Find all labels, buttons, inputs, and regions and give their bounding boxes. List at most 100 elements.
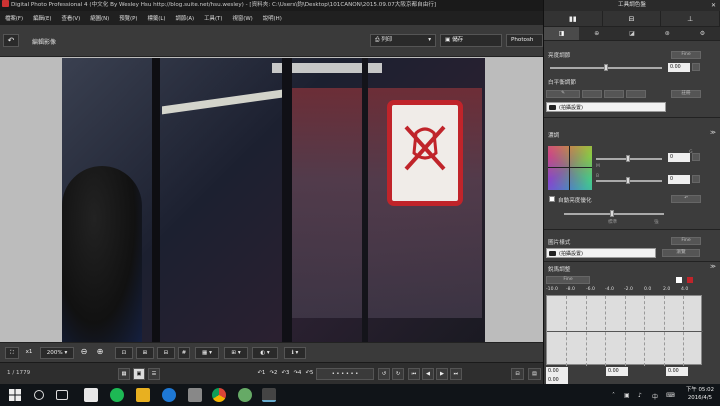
rotate-left-button[interactable]: ↺ xyxy=(378,368,390,380)
tool-palette-toggle[interactable]: ▤ xyxy=(528,368,541,380)
layout-tool-button[interactable]: ⊟ xyxy=(157,347,175,359)
network-icon[interactable]: ▣ xyxy=(624,392,630,399)
tab-lens[interactable]: ⊥ xyxy=(661,11,720,26)
close-icon[interactable]: ✕ xyxy=(711,0,716,11)
saturation-spinner[interactable] xyxy=(692,175,700,183)
edge-icon[interactable] xyxy=(162,388,176,402)
brightness-knob[interactable] xyxy=(604,64,608,71)
saturation-knob[interactable] xyxy=(626,177,630,184)
tone-field-2[interactable]: 0.00 xyxy=(606,367,628,376)
af-point-button[interactable]: ⊞ ▾ xyxy=(224,347,248,359)
file-explorer-icon[interactable] xyxy=(136,388,150,402)
tab-tone[interactable]: ⊕ xyxy=(579,27,614,40)
ime-icon[interactable]: ⌨ xyxy=(666,392,675,399)
zoom-x1-button[interactable]: x1 xyxy=(22,347,36,359)
wb-eyedropper-button[interactable]: ✎ xyxy=(546,90,580,98)
brightness-value[interactable]: 0.00 xyxy=(668,63,690,72)
menu-window[interactable]: 視窗(W) xyxy=(227,14,257,22)
menu-preview[interactable]: 預覽(P) xyxy=(114,14,142,22)
panel-toggle-button[interactable]: ⊟ xyxy=(511,368,524,380)
auto-lighting-checkbox[interactable] xyxy=(549,196,555,202)
tone-curve-fine-button[interactable]: Fine xyxy=(546,276,590,284)
compare-tool-button[interactable]: ⊞ xyxy=(136,347,154,359)
menu-file[interactable]: 檔案(F) xyxy=(0,14,28,22)
zoom-select[interactable]: 200% ▾ xyxy=(40,347,74,359)
collapse-icon[interactable]: ≫ xyxy=(710,130,716,136)
tone-field-3[interactable]: 0.00 xyxy=(666,367,688,376)
search-icon[interactable] xyxy=(34,390,44,400)
save-button[interactable]: ▣ 儲存 xyxy=(440,34,502,47)
tab-settings[interactable]: ⚙ xyxy=(685,27,720,40)
store-icon[interactable] xyxy=(84,388,98,402)
first-image-button[interactable]: ⏮ xyxy=(408,368,420,380)
next-image-button[interactable]: ▶ xyxy=(436,368,448,380)
last-image-button[interactable]: ⏭ xyxy=(450,368,462,380)
back-button[interactable]: ↶ xyxy=(3,34,19,47)
tab-color[interactable]: ◪ xyxy=(614,27,649,40)
thumbnail-view-button[interactable]: ▦ xyxy=(118,368,130,380)
rating-stars[interactable]: • • • • • • xyxy=(316,368,374,380)
hue-spinner[interactable] xyxy=(692,153,700,161)
menu-tools[interactable]: 工具(T) xyxy=(199,14,227,22)
task-view-icon[interactable] xyxy=(56,390,68,400)
menu-thumbnail[interactable]: 縮圖(N) xyxy=(85,14,114,22)
picture-style-browse-button[interactable]: 瀏覽 xyxy=(662,249,700,257)
picture-style-select[interactable]: (拍攝設置) xyxy=(546,248,656,258)
tone-curve-graph[interactable] xyxy=(546,295,703,366)
image-viewer[interactable] xyxy=(0,57,543,342)
collapse-icon[interactable]: ≫ xyxy=(710,264,716,270)
menu-adjust[interactable]: 調節(A) xyxy=(170,14,199,22)
chevron-up-icon[interactable]: ˄ xyxy=(612,392,615,399)
taskbar-clock[interactable]: 下午 05:02 2016/4/5 xyxy=(686,386,714,402)
fit-screen-button[interactable]: ⛶ xyxy=(5,347,19,359)
dpp-taskbar-icon[interactable] xyxy=(262,388,276,402)
auto-lighting-reset-button[interactable]: ↶ xyxy=(671,195,701,203)
photoshop-button[interactable]: Photosh xyxy=(506,34,543,47)
language-indicator[interactable]: 中 xyxy=(652,392,658,401)
auto-lighting-knob[interactable] xyxy=(610,210,614,217)
single-view-button[interactable]: ▣ xyxy=(133,368,145,380)
wb-option-2[interactable] xyxy=(604,90,624,98)
tab-basic-adjust[interactable]: ◨ xyxy=(544,27,580,40)
menu-edit[interactable]: 編輯(E) xyxy=(28,14,56,22)
rotate-4-button[interactable]: ↷4 xyxy=(292,368,303,380)
wb-preset-select[interactable]: (拍攝設置) xyxy=(546,102,666,112)
info-button[interactable]: ℹ ▾ xyxy=(284,347,306,359)
start-button[interactable] xyxy=(8,388,22,402)
menu-label[interactable]: 標籤(L) xyxy=(142,14,170,22)
color-wheel[interactable] xyxy=(548,146,592,190)
rotate-3-button[interactable]: ↶3 xyxy=(280,368,291,380)
rotate-2-button[interactable]: ↷2 xyxy=(268,368,279,380)
spotify-icon[interactable] xyxy=(110,388,124,402)
rotate-right-button[interactable]: ↻ xyxy=(392,368,404,380)
tone-curve-color-swatch[interactable] xyxy=(687,277,693,283)
wb-option-1[interactable] xyxy=(582,90,602,98)
hue-knob[interactable] xyxy=(626,155,630,162)
zoom-in-button[interactable]: ⊕ xyxy=(94,347,106,359)
tab-basic[interactable]: ▮▮ xyxy=(544,11,603,26)
menu-view[interactable]: 查看(V) xyxy=(57,14,86,22)
grid-toggle-button[interactable]: # xyxy=(178,347,190,359)
app-icon[interactable] xyxy=(238,388,252,402)
saturation-value[interactable]: 0 xyxy=(668,175,690,184)
brightness-fine-button[interactable]: Fine xyxy=(671,51,701,59)
print-button[interactable]: ⎙ 列印 ▾ xyxy=(370,34,436,47)
wb-option-3[interactable] xyxy=(626,90,646,98)
zoom-out-button[interactable]: ⊖ xyxy=(78,347,90,359)
grid-overlay-button[interactable]: ▦ ▾ xyxy=(195,347,219,359)
tone-curve-checkbox[interactable] xyxy=(676,277,682,283)
list-view-button[interactable]: ☰ xyxy=(148,368,160,380)
tab-crop[interactable]: ⊟ xyxy=(603,11,662,26)
calculator-icon[interactable] xyxy=(188,388,202,402)
menu-help[interactable]: 說明(H) xyxy=(258,14,287,22)
highlight-warning-button[interactable]: ◐ ▾ xyxy=(252,347,278,359)
wb-register-button[interactable]: 註冊 xyxy=(671,90,701,98)
brightness-spinner[interactable] xyxy=(692,63,700,71)
tone-field-1[interactable]: 0.00 xyxy=(546,367,568,376)
auto-lighting-slider[interactable] xyxy=(564,213,664,215)
rotate-5-button[interactable]: ↶5 xyxy=(304,368,315,380)
rotate-1-button[interactable]: ↶1 xyxy=(256,368,267,380)
chrome-icon[interactable] xyxy=(212,388,226,402)
tab-detail[interactable]: ⊛ xyxy=(650,27,685,40)
hue-value[interactable]: 0 xyxy=(668,153,690,162)
